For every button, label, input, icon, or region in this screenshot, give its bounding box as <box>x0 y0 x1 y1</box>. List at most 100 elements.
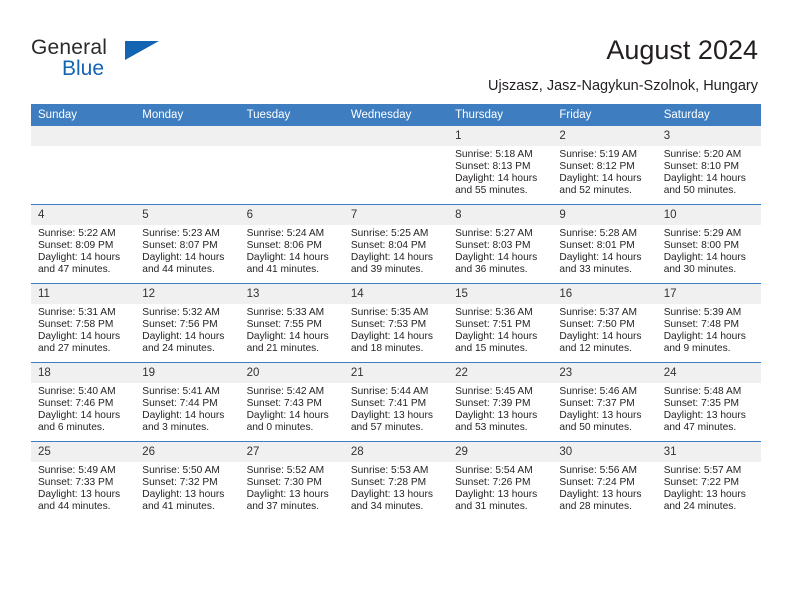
day-info-line: Daylight: 14 hours <box>246 252 329 264</box>
page-title: August 2024 <box>606 35 758 65</box>
day-info-line: Sunrise: 5:53 AM <box>350 465 429 476</box>
day-info-line: Sunrise: 5:32 AM <box>142 307 220 318</box>
day-sun-info: Sunrise: 5:20 AM Sunset: 8:10 PM Daylight:… <box>657 146 761 197</box>
day-info-line: Daylight: 14 hours <box>455 173 538 185</box>
day-info-line: Sunrise: 5:50 AM <box>142 465 220 476</box>
day-info-line: Daylight: 13 hours <box>455 410 538 422</box>
day-info-line: Sunset: 8:09 PM <box>38 240 114 252</box>
day-info-line: and 24 minutes. <box>663 501 737 513</box>
day-info-line: Daylight: 14 hours <box>663 252 746 264</box>
day-number: 19 <box>135 363 240 383</box>
calendar-day-cell[interactable]: 12 Sunrise: 5:32 AM Sunset: 7:56 PM Dayligh… <box>135 283 240 363</box>
day-number: 30 <box>552 442 657 462</box>
calendar-day-cell[interactable]: 10 Sunrise: 5:29 AM Sunset: 8:00 PM Dayligh… <box>656 204 761 284</box>
calendar-day-cell[interactable]: 6 Sunrise: 5:24 AM Sunset: 8:06 PM Daylight… <box>239 204 344 284</box>
day-info-line: Sunset: 7:32 PM <box>142 477 218 489</box>
calendar-day-cell[interactable]: 23 Sunrise: 5:46 AM Sunset: 7:37 PM Dayligh… <box>552 362 657 442</box>
day-info-line: and 30 minutes. <box>663 264 737 276</box>
day-info-line: and 37 minutes. <box>246 501 320 513</box>
day-info-line: and 27 minutes. <box>38 343 111 355</box>
day-number: 23 <box>552 363 657 383</box>
day-info-line: Sunset: 7:53 PM <box>350 319 427 331</box>
calendar-day-cell[interactable]: 20 Sunrise: 5:42 AM Sunset: 7:43 PM Dayligh… <box>239 362 344 442</box>
calendar-day-cell[interactable]: 7 Sunrise: 5:25 AM Sunset: 8:04 PM Daylight… <box>343 204 449 284</box>
day-sun-info: Sunrise: 5:18 AM Sunset: 8:13 PM Daylight:… <box>448 146 552 197</box>
calendar-day-cell[interactable]: 14 Sunrise: 5:35 AM Sunset: 7:53 PM Dayligh… <box>343 283 449 363</box>
day-info-line: Sunset: 8:00 PM <box>663 240 740 252</box>
day-number: 1 <box>448 126 553 146</box>
day-info-line: Sunrise: 5:56 AM <box>559 465 637 476</box>
calendar-day-cell[interactable]: 27 Sunrise: 5:52 AM Sunset: 7:30 PM Dayligh… <box>239 441 344 520</box>
weekday-header-thursday: Thursday <box>448 104 553 126</box>
calendar-day-cell[interactable]: 17 Sunrise: 5:39 AM Sunset: 7:48 PM Dayligh… <box>656 283 761 363</box>
day-info-line: and 21 minutes. <box>246 343 320 355</box>
day-number: 21 <box>343 363 449 383</box>
calendar-day-cell[interactable]: 9 Sunrise: 5:28 AM Sunset: 8:01 PM Daylight… <box>552 204 657 284</box>
calendar-day-cell[interactable]: 24 Sunrise: 5:48 AM Sunset: 7:35 PM Dayligh… <box>656 362 761 442</box>
calendar-day-cell[interactable]: 15 Sunrise: 5:36 AM Sunset: 7:51 PM Dayligh… <box>448 283 553 363</box>
weekday-header-tuesday: Tuesday <box>239 104 344 126</box>
calendar-day-cell[interactable]: 11 Sunrise: 5:31 AM Sunset: 7:58 PM Dayligh… <box>31 283 136 363</box>
day-info-line: and 47 minutes. <box>663 422 737 434</box>
calendar-body: 1 Sunrise: 5:18 AM Sunset: 8:13 PM Daylight… <box>31 126 761 520</box>
calendar-day-cell[interactable]: 26 Sunrise: 5:50 AM Sunset: 7:32 PM Dayligh… <box>135 441 240 520</box>
calendar-day-cell[interactable]: 2 Sunrise: 5:19 AM Sunset: 8:12 PM Daylight… <box>552 126 657 205</box>
day-info-line: Daylight: 13 hours <box>455 489 538 501</box>
day-sun-info: Sunrise: 5:35 AM Sunset: 7:53 PM Daylight:… <box>344 304 448 355</box>
calendar-day-cell[interactable]: 28 Sunrise: 5:53 AM Sunset: 7:28 PM Dayligh… <box>343 441 449 520</box>
calendar-week-row: 25 Sunrise: 5:49 AM Sunset: 7:33 PM Dayligh… <box>31 441 761 520</box>
day-number <box>239 126 344 146</box>
day-info-line: and 41 minutes. <box>246 264 320 276</box>
day-info-line: Sunrise: 5:52 AM <box>246 465 325 476</box>
day-number <box>31 126 136 146</box>
day-sun-info: Sunrise: 5:48 AM Sunset: 7:35 PM Daylight:… <box>657 383 761 434</box>
day-number: 20 <box>239 363 344 383</box>
day-info-line: Sunset: 8:07 PM <box>142 240 218 252</box>
calendar-day-cell[interactable]: 8 Sunrise: 5:27 AM Sunset: 8:03 PM Daylight… <box>448 204 553 284</box>
day-number: 3 <box>656 126 761 146</box>
calendar-day-cell[interactable]: 30 Sunrise: 5:56 AM Sunset: 7:24 PM Dayligh… <box>552 441 657 520</box>
day-info-line: Daylight: 14 hours <box>246 410 329 422</box>
day-info-line: Sunrise: 5:28 AM <box>559 228 637 239</box>
calendar-day-cell[interactable]: 4 Sunrise: 5:22 AM Sunset: 8:09 PM Daylight… <box>31 204 136 284</box>
day-info-line: Daylight: 14 hours <box>455 252 538 264</box>
day-info-line: Sunrise: 5:45 AM <box>455 386 533 397</box>
day-sun-info: Sunrise: 5:53 AM Sunset: 7:28 PM Daylight:… <box>344 462 448 513</box>
calendar-day-cell[interactable]: 19 Sunrise: 5:41 AM Sunset: 7:44 PM Dayligh… <box>135 362 240 442</box>
day-info-line: Sunset: 7:58 PM <box>38 319 114 331</box>
calendar-day-cell[interactable]: 21 Sunrise: 5:44 AM Sunset: 7:41 PM Dayligh… <box>343 362 449 442</box>
day-info-line: and 41 minutes. <box>142 501 215 513</box>
calendar-day-cell[interactable]: 31 Sunrise: 5:57 AM Sunset: 7:22 PM Dayligh… <box>656 441 761 520</box>
calendar-day-cell[interactable]: 22 Sunrise: 5:45 AM Sunset: 7:39 PM Dayligh… <box>448 362 553 442</box>
day-number: 26 <box>135 442 240 462</box>
calendar-day-cell[interactable]: 18 Sunrise: 5:40 AM Sunset: 7:46 PM Dayligh… <box>31 362 136 442</box>
day-info-line: Sunset: 7:46 PM <box>38 398 114 410</box>
generalblue-logo[interactable]: General Blue <box>31 36 161 86</box>
calendar-day-cell[interactable]: 13 Sunrise: 5:33 AM Sunset: 7:55 PM Dayligh… <box>239 283 344 363</box>
day-info-line: Sunset: 7:50 PM <box>559 319 635 331</box>
day-info-line: Sunrise: 5:29 AM <box>663 228 742 239</box>
day-info-line: Daylight: 14 hours <box>38 331 121 343</box>
day-number <box>343 126 449 146</box>
day-info-line: Sunset: 7:37 PM <box>559 398 635 410</box>
day-info-line: Sunrise: 5:35 AM <box>350 307 429 318</box>
calendar-day-cell[interactable]: 3 Sunrise: 5:20 AM Sunset: 8:10 PM Daylight… <box>656 126 761 205</box>
day-sun-info: Sunrise: 5:42 AM Sunset: 7:43 PM Daylight:… <box>240 383 344 434</box>
calendar-page: General Blue August 2024 Ujszasz, Jasz-N… <box>0 0 792 612</box>
calendar-day-cell[interactable]: 25 Sunrise: 5:49 AM Sunset: 7:33 PM Dayligh… <box>31 441 136 520</box>
day-info-line: Daylight: 14 hours <box>559 252 642 264</box>
calendar-day-cell[interactable]: 1 Sunrise: 5:18 AM Sunset: 8:13 PM Daylight… <box>448 126 553 205</box>
day-info-line: Daylight: 13 hours <box>559 410 642 422</box>
day-info-line: Sunset: 7:22 PM <box>663 477 740 489</box>
calendar-day-cell[interactable]: 16 Sunrise: 5:37 AM Sunset: 7:50 PM Dayligh… <box>552 283 657 363</box>
day-sun-info: Sunrise: 5:33 AM Sunset: 7:55 PM Daylight:… <box>240 304 344 355</box>
day-info-line: Sunset: 7:39 PM <box>455 398 531 410</box>
day-info-line: Sunset: 7:35 PM <box>663 398 740 410</box>
day-sun-info: Sunrise: 5:32 AM Sunset: 7:56 PM Daylight:… <box>135 304 239 355</box>
calendar-day-cell[interactable]: 5 Sunrise: 5:23 AM Sunset: 8:07 PM Daylight… <box>135 204 240 284</box>
calendar-day-cell[interactable]: 29 Sunrise: 5:54 AM Sunset: 7:26 PM Dayligh… <box>448 441 553 520</box>
day-info-line: Sunrise: 5:54 AM <box>455 465 533 476</box>
day-info-line: Daylight: 14 hours <box>663 331 746 343</box>
day-info-line: Sunrise: 5:57 AM <box>663 465 742 476</box>
day-info-line: Sunset: 7:41 PM <box>350 398 427 410</box>
